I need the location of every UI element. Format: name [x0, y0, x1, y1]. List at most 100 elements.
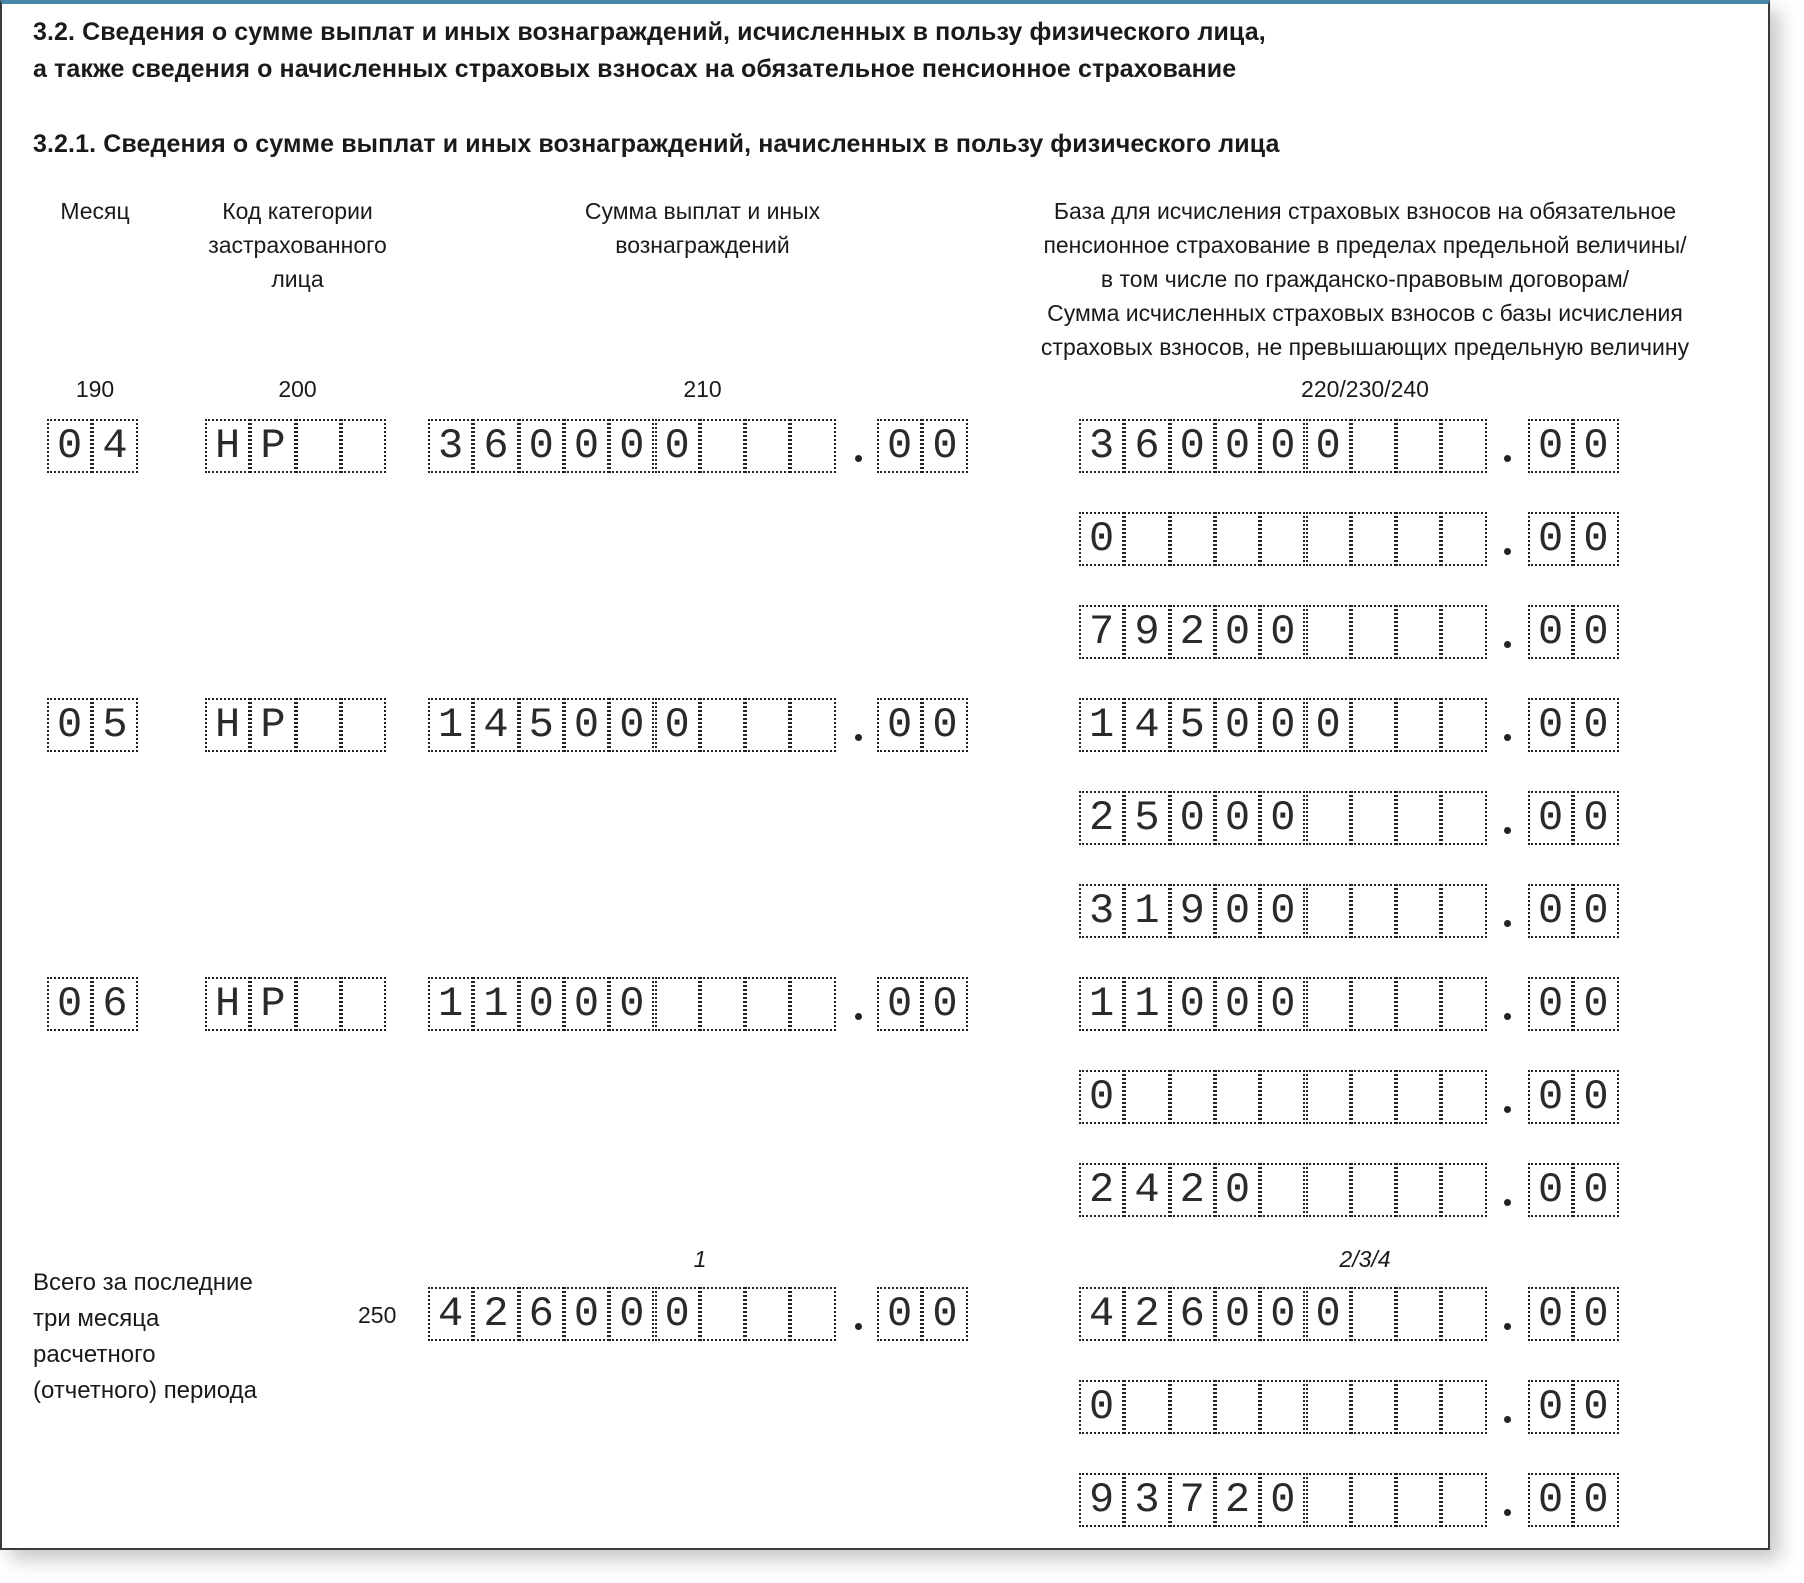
- base-int-cell[interactable]: 1: [1124, 884, 1170, 938]
- base-int-cell[interactable]: 1: [1079, 698, 1125, 752]
- totals-base-field-3[interactable]: 000: [0, 1380, 1800, 1434]
- amount-int-cell[interactable]: [699, 419, 746, 473]
- base-int-cell[interactable]: 1: [1079, 977, 1125, 1031]
- base-dec-cell[interactable]: 0: [1528, 884, 1574, 938]
- base-int-cell[interactable]: [1441, 698, 1487, 752]
- category-cell[interactable]: [295, 977, 341, 1031]
- category-cell[interactable]: [340, 977, 387, 1031]
- totals-amount-int-cell[interactable]: 0: [563, 1287, 610, 1341]
- amount-int-cell[interactable]: [790, 419, 836, 473]
- totals-base-int-cell[interactable]: 6: [1169, 1287, 1215, 1341]
- base-int-cell[interactable]: 0: [1305, 419, 1351, 473]
- base-int-cell[interactable]: [1396, 791, 1442, 845]
- amount-dec-cell[interactable]: 0: [877, 698, 923, 752]
- amount-int-cell[interactable]: 0: [518, 419, 564, 473]
- category-cell[interactable]: [295, 698, 341, 752]
- category-cell[interactable]: Н: [205, 419, 251, 473]
- base-int-cell[interactable]: [1396, 512, 1442, 566]
- base-dec-cell[interactable]: 0: [1528, 698, 1574, 752]
- base-int-cell[interactable]: [1305, 1163, 1351, 1217]
- base-int-cell[interactable]: 0: [1260, 884, 1306, 938]
- totals-base-int-cell[interactable]: 7: [1169, 1473, 1215, 1527]
- base-int-cell[interactable]: [1124, 512, 1170, 566]
- base-int-cell[interactable]: 9: [1124, 605, 1170, 659]
- base-dec-cell[interactable]: 0: [1573, 791, 1619, 845]
- totals-amount-int-cell[interactable]: 4: [428, 1287, 474, 1341]
- base-int-cell[interactable]: 0: [1260, 791, 1306, 845]
- amount-int-cell[interactable]: 0: [609, 977, 655, 1031]
- base-int-cell[interactable]: [1396, 605, 1442, 659]
- amount-dec-cell[interactable]: 0: [922, 419, 968, 473]
- totals-base-dec-cell[interactable]: 0: [1573, 1473, 1619, 1527]
- base-field-230[interactable]: 000: [0, 512, 1800, 566]
- amount-int-cell[interactable]: 0: [563, 419, 610, 473]
- base-dec-cell[interactable]: 0: [1573, 884, 1619, 938]
- totals-base-int-cell[interactable]: [1396, 1380, 1442, 1434]
- totals-base-int-cell[interactable]: [1350, 1380, 1397, 1434]
- base-int-cell[interactable]: [1350, 1070, 1397, 1124]
- category-cell[interactable]: Р: [250, 698, 296, 752]
- base-dec-cell[interactable]: 0: [1528, 977, 1574, 1031]
- base-int-cell[interactable]: [1305, 1070, 1351, 1124]
- amount-int-cell[interactable]: [699, 698, 746, 752]
- month-cell[interactable]: 0: [47, 698, 93, 752]
- category-cell[interactable]: Р: [250, 419, 296, 473]
- base-dec-cell[interactable]: 0: [1528, 605, 1574, 659]
- base-int-cell[interactable]: 5: [1169, 698, 1215, 752]
- base-int-cell[interactable]: [1441, 419, 1487, 473]
- category-cell[interactable]: Н: [205, 977, 251, 1031]
- base-int-cell[interactable]: [1305, 977, 1351, 1031]
- totals-base-int-cell[interactable]: [1396, 1473, 1442, 1527]
- totals-base-int-cell[interactable]: [1350, 1473, 1397, 1527]
- totals-base-int-cell[interactable]: [1169, 1380, 1215, 1434]
- totals-amount-int-cell[interactable]: [790, 1287, 836, 1341]
- base-field-230[interactable]: 000: [0, 1070, 1800, 1124]
- totals-base-int-cell[interactable]: [1214, 1380, 1261, 1434]
- totals-amount-int-cell[interactable]: 0: [609, 1287, 655, 1341]
- base-int-cell[interactable]: [1396, 1070, 1442, 1124]
- base-int-cell[interactable]: 6: [1124, 419, 1170, 473]
- amount-int-cell[interactable]: [745, 698, 791, 752]
- amount-int-cell[interactable]: [654, 977, 700, 1031]
- base-int-cell[interactable]: [1350, 512, 1397, 566]
- base-int-cell[interactable]: 2: [1169, 1163, 1215, 1217]
- totals-amount-int-cell[interactable]: [745, 1287, 791, 1341]
- totals-base-dec-cell[interactable]: 0: [1528, 1287, 1574, 1341]
- base-int-cell[interactable]: 4: [1124, 698, 1170, 752]
- base-dec-cell[interactable]: 0: [1573, 1163, 1619, 1217]
- totals-base-int-cell[interactable]: 2: [1214, 1473, 1261, 1527]
- totals-base-int-cell[interactable]: [1396, 1287, 1442, 1341]
- totals-base-int-cell[interactable]: [1305, 1380, 1351, 1434]
- amount-int-cell[interactable]: 5: [518, 698, 564, 752]
- base-int-cell[interactable]: [1260, 512, 1306, 566]
- totals-base-dec-cell[interactable]: 0: [1528, 1380, 1574, 1434]
- totals-base-int-cell[interactable]: 2: [1124, 1287, 1170, 1341]
- totals-base-int-cell[interactable]: [1441, 1287, 1487, 1341]
- base-dec-cell[interactable]: 0: [1528, 1070, 1574, 1124]
- totals-base-int-cell[interactable]: 4: [1079, 1287, 1125, 1341]
- month-cell[interactable]: 5: [92, 698, 138, 752]
- base-int-cell[interactable]: 0: [1169, 977, 1215, 1031]
- base-int-cell[interactable]: 0: [1169, 419, 1215, 473]
- amount-int-cell[interactable]: 3: [428, 419, 474, 473]
- base-int-cell[interactable]: [1169, 1070, 1215, 1124]
- totals-base-int-cell[interactable]: [1124, 1380, 1170, 1434]
- amount-int-cell[interactable]: 4: [473, 698, 519, 752]
- base-dec-cell[interactable]: 0: [1573, 512, 1619, 566]
- amount-int-cell[interactable]: 0: [563, 698, 610, 752]
- base-dec-cell[interactable]: 0: [1573, 977, 1619, 1031]
- totals-base-dec-cell[interactable]: 0: [1573, 1287, 1619, 1341]
- base-int-cell[interactable]: 0: [1214, 977, 1261, 1031]
- base-int-cell[interactable]: 0: [1260, 605, 1306, 659]
- month-cell[interactable]: 0: [47, 977, 93, 1031]
- base-field-230[interactable]: 2500000: [0, 791, 1800, 845]
- base-int-cell[interactable]: [1305, 791, 1351, 845]
- category-cell[interactable]: [295, 419, 341, 473]
- base-int-cell[interactable]: [1350, 977, 1397, 1031]
- base-int-cell[interactable]: 0: [1169, 791, 1215, 845]
- base-int-cell[interactable]: 3: [1079, 884, 1125, 938]
- totals-amount-dec-cell[interactable]: 0: [922, 1287, 968, 1341]
- totals-base-int-cell[interactable]: 0: [1260, 1473, 1306, 1527]
- base-dec-cell[interactable]: 0: [1528, 419, 1574, 473]
- base-int-cell[interactable]: [1305, 605, 1351, 659]
